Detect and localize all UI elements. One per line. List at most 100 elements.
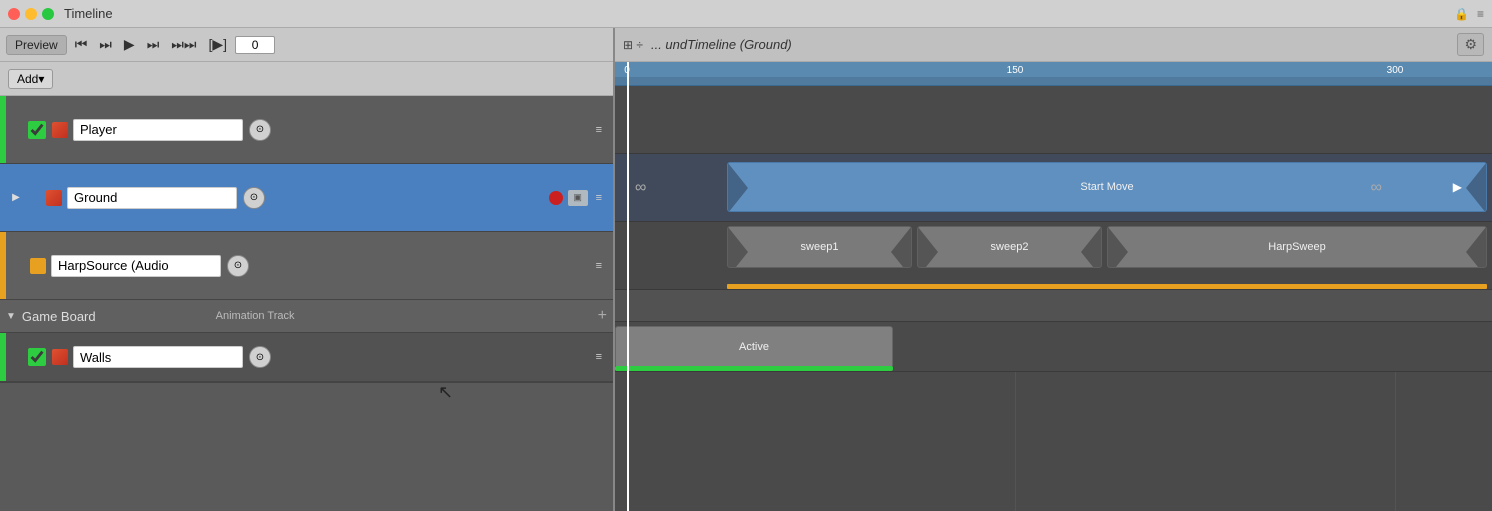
timeline-area: Preview ⏮ ⏭ ▶ ⏭ ⏭⏭ [▶] Add▾ [0,28,1492,511]
inf-right-ground: ∞ [1371,179,1382,197]
cube-icon-ground [44,188,64,208]
ruler-label-300: 300 [1387,65,1404,76]
expand-ground[interactable]: ▶ [8,190,24,206]
clip-tri-left-harpsweep [1108,227,1128,268]
track-controls-walls: ≡ [593,349,613,365]
target-walls[interactable]: ⊙ [249,346,271,368]
playhead-ruler [627,62,629,86]
tl-track-player [615,86,1492,154]
track-name-player[interactable] [73,119,243,141]
play-button[interactable]: ▶ [120,34,139,55]
preview-button[interactable]: Preview [6,35,67,55]
group-name-gameboard: Game Board [22,309,96,324]
clip-sweep1[interactable]: sweep1 [727,226,912,268]
tl-track-harpsource: sweep1 sweep2 HarpSweep [615,222,1492,290]
clip-harpsweep[interactable]: HarpSweep [1107,226,1487,268]
right-panel: ⊞ ÷ ... undTimeline (Ground) ⚙ 0 150 300 [615,28,1492,511]
close-button[interactable] [8,8,20,20]
timeline-header-bar: ⊞ ÷ ... undTimeline (Ground) ⚙ [615,28,1492,62]
add-bar: Add▾ [0,62,613,96]
clip-label-active: Active [735,341,773,353]
track-row-walls: ⊙ ≡ [0,332,613,382]
timeline-ruler: 0 150 300 [615,62,1492,86]
step-forward-button[interactable]: ⏭ [143,34,164,55]
green-bar-walls [615,366,893,371]
add-button[interactable]: Add▾ [8,69,53,89]
tl-track-ground: ∞ Start Move ▶ ∞ [615,154,1492,222]
track-menu-walls[interactable]: ≡ [593,349,605,365]
clip-tri-left-sweep1 [728,227,748,268]
skip-to-end-button[interactable]: ⏭⏭ [167,34,200,55]
track-menu-ground[interactable]: ≡ [593,190,605,206]
skip-to-start-button[interactable]: ⏮ [71,34,92,55]
track-accent-walls [0,333,6,381]
clip-arrow-ground: ▶ [1453,180,1462,194]
track-controls-ground: ▣ ≡ [549,190,613,206]
track-row-ground: ▶ ⊙ ▣ ≡ [0,164,613,232]
timeline-title: ... undTimeline (Ground) [651,37,792,52]
maximize-button[interactable] [42,8,54,20]
clip-tri-right-sweep2 [1081,227,1101,268]
view-mode-icon[interactable]: ⊞ ÷ [623,38,643,52]
group-add-button[interactable]: + [598,307,607,325]
menu-icon[interactable]: ≡ [1477,7,1484,21]
minimize-button[interactable] [25,8,37,20]
clip-tri-right-harpsweep [1466,227,1486,268]
play-range-button[interactable]: [▶] [205,34,232,55]
cube-icon-player [50,120,70,140]
clip-label-start-move: Start Move [1076,181,1137,193]
inf-left-ground: ∞ [635,179,646,197]
toolbar: Preview ⏮ ⏭ ▶ ⏭ ⏭⏭ [▶] [0,28,613,62]
track-controls-player: ≡ [593,122,613,138]
clip-tri-right-sweep1 [891,227,911,268]
clip-tri-left-sweep2 [918,227,938,268]
track-row-player: ⊙ ≡ [0,96,613,164]
track-menu-harpsource[interactable]: ≡ [593,258,605,274]
playhead-main [627,86,629,511]
audio-icon-harpsource [28,256,48,276]
track-accent-player [0,96,6,163]
expand-harpsource[interactable] [8,258,24,274]
group-header-gameboard: ▼ Game Board Animation Track + [0,300,613,332]
clip-tri-left-ground [728,163,748,212]
track-name-ground[interactable] [67,187,237,209]
lock-icon: 🔒 [1454,7,1469,21]
orange-bar-harpsource [727,284,1487,289]
step-back-button[interactable]: ⏭ [95,34,116,55]
window-controls [8,8,54,20]
track-controls-harpsource: ≡ [593,258,613,274]
track-name-harpsource[interactable] [51,255,221,277]
clip-sweep2[interactable]: sweep2 [917,226,1102,268]
clip-tri-right-ground [1466,163,1486,212]
track-menu-player[interactable]: ≡ [593,122,605,138]
group-triangle-icon[interactable]: ▼ [6,311,16,322]
window-title: Timeline [64,6,113,21]
tl-track-walls: Active [615,322,1492,372]
checkbox-walls[interactable] [28,348,46,366]
track-accent-ground [0,164,6,231]
expand-walls[interactable] [8,349,24,365]
track-list: ⊙ ≡ ▶ ⊙ ▣ ≡ [0,96,613,511]
title-bar: Timeline 🔒 ≡ [0,0,1492,28]
mute-icon-ground[interactable]: ▣ [568,190,588,206]
tl-track-gameboard-group [615,290,1492,322]
checkbox-player[interactable] [28,121,46,139]
clip-label-harpsweep: HarpSweep [1264,241,1329,253]
target-ground[interactable]: ⊙ [243,187,265,209]
target-player[interactable]: ⊙ [249,119,271,141]
record-button-ground[interactable] [549,191,563,205]
ruler-label-150: 150 [1007,65,1024,76]
group-gameboard: ▼ Game Board Animation Track + [0,300,613,383]
track-row-harpsource: ⊙ ≡ [0,232,613,300]
target-harpsource[interactable]: ⊙ [227,255,249,277]
cube-icon-walls [50,347,70,367]
timeline-settings-button[interactable]: ⚙ [1457,33,1484,56]
track-name-walls[interactable] [73,346,243,368]
time-input[interactable] [235,36,275,54]
timeline-tracks: ∞ Start Move ▶ ∞ swee [615,86,1492,511]
expand-player[interactable] [8,122,24,138]
track-accent-harpsource [0,232,6,299]
clip-label-sweep1: sweep1 [797,241,843,253]
animation-track-label: Animation Track [216,310,295,322]
clip-active-walls[interactable]: Active [615,326,893,368]
